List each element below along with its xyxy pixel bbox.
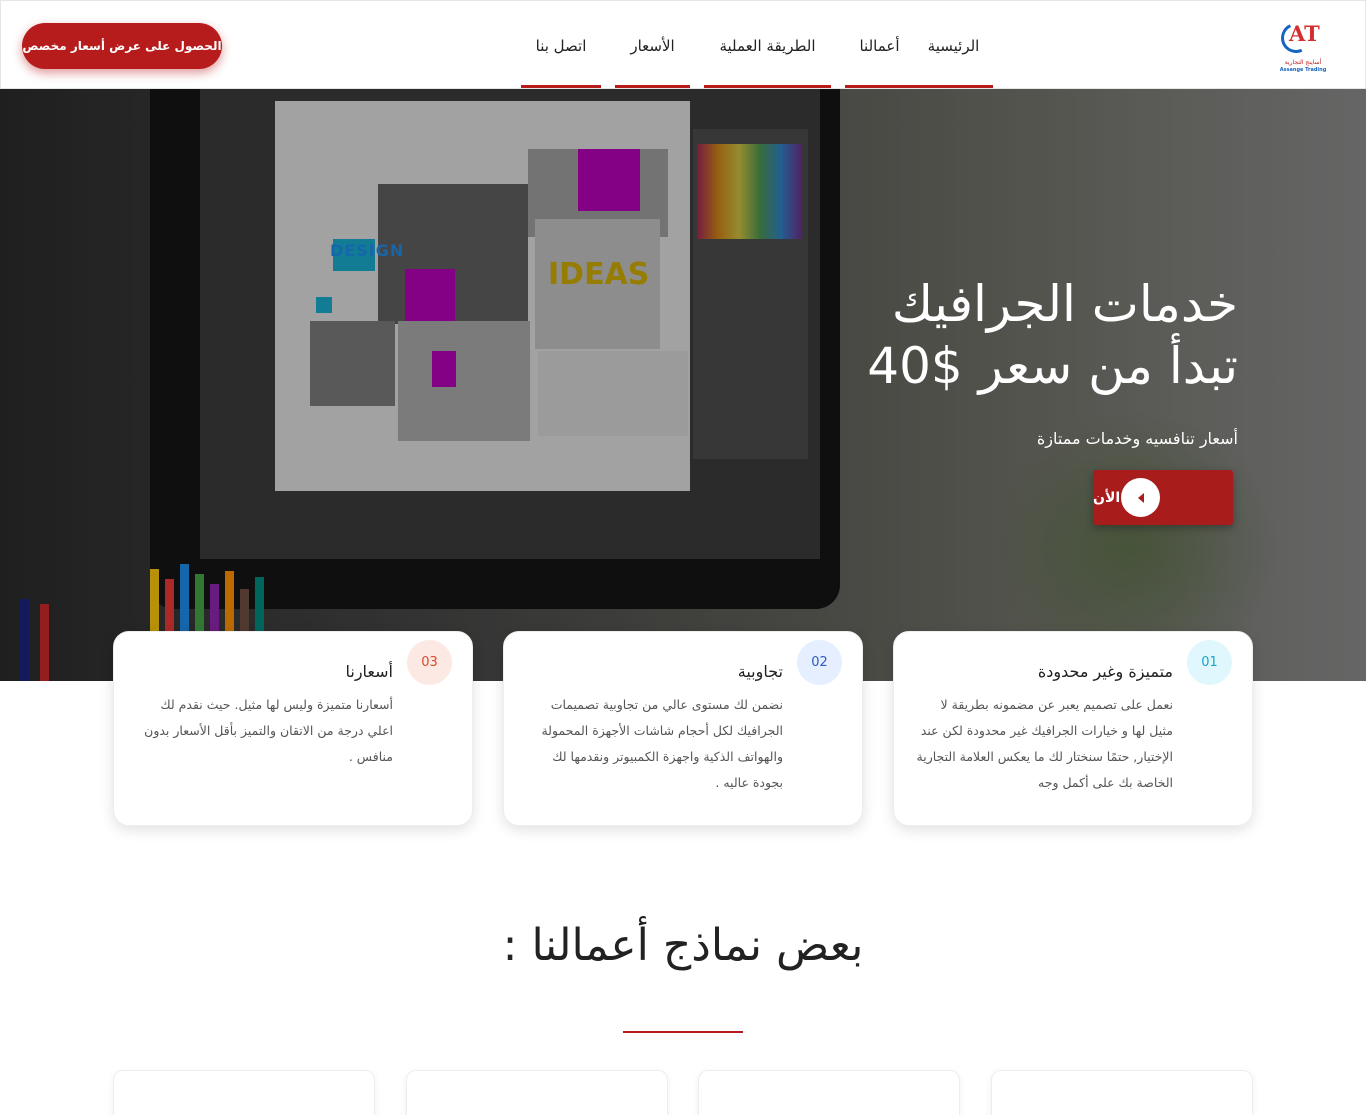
feature-card-prices: 03 أسعارنا أسعارنا متميزة وليس لها مثيل.… [113, 631, 473, 826]
feature-text: نعمل على تصميم يعبر عن مضمونه بطريقة لا … [916, 697, 1173, 790]
hero-section: DESIGN IDEAS خدمات الجرافيك تبدأ من سعر … [0, 89, 1366, 681]
nav-item-works[interactable]: أعمالنا [845, 1, 914, 90]
nav-item-label: أعمالنا [859, 36, 900, 55]
work-card[interactable] [113, 1070, 375, 1115]
logo-subtitle-en: Assange Trading [1279, 67, 1327, 73]
hero-title-line2: تبدأ من سعر $40 [867, 337, 1238, 395]
feature-text: أسعارنا متميزة وليس لها مثيل. حيث نقدم ل… [144, 697, 393, 764]
feature-number-badge: 01 [1187, 640, 1232, 685]
nav-underline [521, 85, 601, 88]
logo-mark: AT [1289, 21, 1320, 46]
work-card[interactable] [406, 1070, 668, 1115]
nav-underline [914, 85, 993, 88]
nav-underline [845, 85, 914, 88]
hero-title: خدمات الجرافيك تبدأ من سعر $40 [538, 273, 1238, 397]
works-section-title: بعض نماذج أعمالنا : [502, 920, 864, 971]
feature-text: نضمن لك مستوى عالي من تجاوبية تصميمات ال… [541, 697, 783, 790]
feature-card-responsive: 02 تجاوبية نضمن لك مستوى عالي من تجاوبية… [503, 631, 863, 826]
feature-title: أسعارنا [345, 662, 394, 681]
work-card[interactable] [698, 1070, 960, 1115]
hero-subtitle: أسعار تنافسيه وخدمات ممتازة [1036, 429, 1238, 448]
feature-card-unlimited: 01 متميزة وغير محدودة نعمل على تصميم يعب… [893, 631, 1253, 826]
start-now-button[interactable]: أبدأ الأن [1093, 470, 1233, 525]
feature-number-badge: 03 [407, 640, 452, 685]
nav-underline [704, 85, 831, 88]
main-nav: الرئيسية أعمالنا الطريقة العملية الأسعار… [507, 1, 993, 90]
custom-quote-button[interactable]: الحصول على عرض أسعار مخصص [22, 23, 222, 69]
site-logo[interactable]: AT أساينج التجارية Assange Trading [1275, 18, 1331, 75]
play-arrow-icon [1121, 478, 1160, 517]
nav-item-label: اتصل بنا [535, 36, 587, 55]
logo-subtitle-ar: أساينج التجارية [1284, 59, 1322, 66]
nav-underline [615, 85, 690, 88]
hero-title-line1: خدمات الجرافيك [891, 275, 1238, 333]
feature-title: متميزة وغير محدودة [1037, 662, 1173, 681]
nav-item-pricing[interactable]: الأسعار [615, 1, 690, 90]
feature-number-badge: 02 [797, 640, 842, 685]
nav-item-process[interactable]: الطريقة العملية [704, 1, 831, 90]
feature-title: تجاوبية [737, 662, 783, 681]
site-header: الحصول على عرض أسعار مخصص الرئيسية أعمال… [0, 0, 1366, 89]
nav-item-contact[interactable]: اتصل بنا [521, 1, 601, 90]
section-divider [623, 1031, 743, 1033]
nav-item-home[interactable]: الرئيسية [914, 1, 993, 90]
work-card[interactable] [991, 1070, 1253, 1115]
nav-item-label: الأسعار [630, 36, 675, 55]
nav-item-label: الرئيسية [927, 36, 980, 55]
nav-item-label: الطريقة العملية [719, 36, 816, 55]
